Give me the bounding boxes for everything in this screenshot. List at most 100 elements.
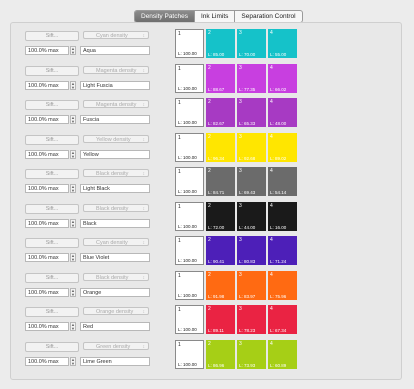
max-limit-field[interactable]: 100.0% max: [25, 218, 69, 228]
chevron-updown-icon: ↕: [142, 171, 146, 177]
max-limit-field[interactable]: 100.0% max: [25, 115, 69, 124]
sift-button[interactable]: Sift...: [25, 307, 79, 317]
sift-button[interactable]: Sift...: [25, 272, 79, 283]
max-limit-field[interactable]: 100.0% max: [25, 46, 69, 55]
chevron-updown-icon: ↕: [142, 205, 146, 212]
sift-button[interactable]: Sift...: [25, 31, 79, 41]
density-select[interactable]: Magenta density ↕: [83, 100, 149, 108]
ink-name-field[interactable]: Orange: [80, 287, 150, 297]
max-limit-field[interactable]: 100.0% max: [25, 322, 69, 331]
max-limit-stepper[interactable]: ▲ ▼: [70, 46, 76, 55]
chevron-updown-icon: ↕: [142, 102, 146, 108]
ink-name-field[interactable]: Yellow: [80, 149, 150, 159]
density-select[interactable]: Magenta density ↕: [83, 65, 149, 74]
sift-button[interactable]: Sift...: [25, 203, 79, 214]
density-patch: 1 L: 100.00: [175, 201, 204, 231]
sift-button[interactable]: Sift...: [25, 134, 79, 145]
patch-lightness: L: 100.00: [178, 258, 197, 263]
max-limit-field[interactable]: 100.0% max: [25, 184, 69, 193]
ink-name-field[interactable]: Red: [80, 322, 150, 331]
patch-number: 3: [239, 30, 242, 36]
density-patch: 2 L: 84.71: [206, 167, 235, 196]
patch-number: 2: [208, 340, 211, 347]
ink-controls: Sift... Black density ↕ 100.0% max ▲ ▼ Li…: [25, 169, 157, 193]
patch-lightness: L: 75.96: [270, 293, 287, 299]
chevron-updown-icon: ↕: [142, 136, 146, 143]
patch-lightness: L: 100.00: [178, 327, 197, 332]
sift-button[interactable]: Sift...: [25, 169, 79, 179]
density-select[interactable]: Cyan density ↕: [83, 238, 149, 246]
ink-name-field[interactable]: Black: [80, 218, 150, 228]
density-select[interactable]: Black density ↕: [83, 169, 149, 177]
density-patch: 2 L: 86.96: [206, 339, 235, 369]
patch-number: 2: [208, 168, 211, 174]
patch-lightness: L: 100.00: [178, 361, 197, 367]
ink-controls: Sift... Black density ↕ 100.0% max ▲ ▼ Bl…: [25, 203, 157, 228]
density-patch: 4 L: 89.02: [268, 132, 297, 162]
patch-lightness: L: 65.33: [239, 121, 256, 126]
patch-number: 1: [178, 134, 181, 141]
tab-density-patches[interactable]: Density Patches: [135, 11, 195, 22]
max-limit-stepper[interactable]: ▲ ▼: [70, 253, 76, 262]
ink-name-field[interactable]: Blue Violet: [80, 253, 150, 262]
patch-lightness: L: 89.02: [270, 155, 287, 161]
patch-lightness: L: 100.00: [178, 223, 197, 229]
density-select[interactable]: Black density ↕: [83, 203, 149, 212]
ink-name-field[interactable]: Light Black: [80, 184, 150, 193]
density-patch: 4 L: 66.02: [268, 63, 297, 93]
max-limit-field[interactable]: 100.0% max: [25, 287, 69, 297]
density-select[interactable]: Orange density ↕: [83, 307, 149, 315]
max-limit-stepper[interactable]: ▲ ▼: [70, 356, 76, 366]
patch-number: 1: [178, 100, 181, 106]
density-patch: 4 L: 71.24: [268, 236, 297, 265]
chevron-updown-icon: ↕: [142, 343, 146, 350]
max-limit-stepper[interactable]: ▲ ▼: [70, 184, 76, 193]
ink-name-field[interactable]: Aqua: [80, 46, 150, 55]
tab-separation-control[interactable]: Separation Control: [235, 11, 301, 22]
max-limit-stepper[interactable]: ▲ ▼: [70, 115, 76, 124]
density-select-label: Cyan density: [96, 33, 128, 39]
max-limit-field[interactable]: 100.0% max: [25, 80, 69, 90]
patch-number: 2: [208, 30, 211, 36]
chevron-updown-icon: ↕: [142, 67, 146, 74]
density-patch: 4 L: 48.00: [268, 98, 297, 127]
patch-strip: 1 L: 100.00 2 L: 88.67 3 L: 77.35 4 L: 6…: [175, 63, 297, 93]
ink-name-field[interactable]: Light Fuscia: [80, 80, 150, 90]
max-limit-field[interactable]: 100.0% max: [25, 356, 69, 366]
patch-number: 2: [208, 237, 211, 243]
sift-button[interactable]: Sift...: [25, 65, 79, 76]
density-select[interactable]: Yellow density ↕: [83, 134, 149, 143]
patch-number: 2: [208, 271, 211, 278]
max-limit-stepper[interactable]: ▲ ▼: [70, 287, 76, 297]
sift-button[interactable]: Sift...: [25, 341, 79, 352]
max-limit-stepper[interactable]: ▲ ▼: [70, 80, 76, 90]
density-patch: 1 L: 100.00: [175, 167, 204, 196]
density-select[interactable]: Black density ↕: [83, 272, 149, 281]
max-limit-field[interactable]: 100.0% max: [25, 149, 69, 159]
density-patch: 1 L: 100.00: [175, 305, 204, 334]
max-limit-stepper[interactable]: ▲ ▼: [70, 218, 76, 228]
patch-lightness: L: 85.00: [208, 52, 225, 57]
sift-button[interactable]: Sift...: [25, 100, 79, 110]
tab-ink-limits[interactable]: Ink Limits: [195, 11, 236, 22]
ink-name-field[interactable]: Fuscia: [80, 115, 150, 124]
patch-lightness: L: 77.35: [239, 86, 256, 92]
patch-lightness: L: 55.00: [270, 52, 287, 57]
density-patch: 4 L: 54.14: [268, 167, 297, 196]
sift-button[interactable]: Sift...: [25, 238, 79, 248]
patch-strip: 1 L: 100.00 2 L: 82.67 3 L: 65.33 4 L: 4…: [175, 98, 297, 127]
density-patch: 4 L: 16.00: [268, 201, 297, 231]
ink-name-field[interactable]: Lime Green: [80, 356, 150, 366]
max-limit-stepper[interactable]: ▲ ▼: [70, 149, 76, 159]
density-select-label: Orange density: [96, 309, 134, 315]
density-select[interactable]: Cyan density ↕: [83, 31, 149, 39]
max-limit-field[interactable]: 100.0% max: [25, 253, 69, 262]
patch-strip: 1 L: 100.00 2 L: 86.96 3 L: 73.93 4 L: 6…: [175, 339, 297, 369]
density-patch: 3 L: 73.93: [237, 339, 266, 369]
density-select[interactable]: Green density ↕: [83, 341, 149, 350]
patch-number: 3: [239, 168, 242, 174]
patch-lightness: L: 84.71: [208, 190, 225, 195]
patch-strip: 1 L: 100.00 2 L: 96.34 3 L: 92.68 4 L: 8…: [175, 132, 297, 162]
density-patch: 1 L: 100.00: [175, 63, 204, 93]
max-limit-stepper[interactable]: ▲ ▼: [70, 322, 76, 331]
